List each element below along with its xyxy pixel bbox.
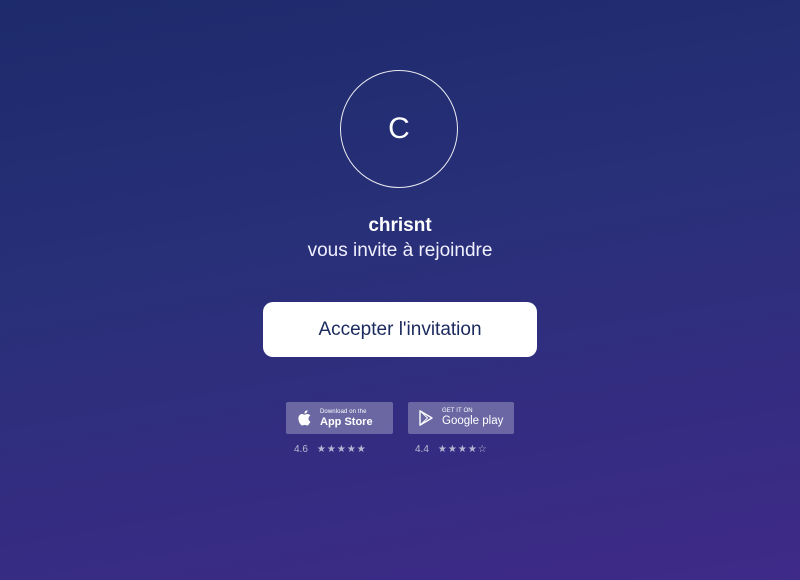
star-icon: ★ xyxy=(336,444,346,455)
google-play-stars: ★ ★ ★ ★ ☆ xyxy=(438,444,487,455)
app-store-rating: 4.6 ★ ★ ★ ★ ★ xyxy=(294,444,366,455)
star-icon: ★ xyxy=(316,444,326,455)
google-play-small-text: GET IT ON xyxy=(442,408,473,415)
star-icon: ★ xyxy=(437,444,447,455)
star-icon: ★ xyxy=(346,444,356,455)
star-icon: ★ xyxy=(467,444,477,455)
star-icon: ★ xyxy=(356,444,366,455)
google-play-large-text: Google play xyxy=(442,415,504,428)
star-icon: ★ xyxy=(326,444,336,455)
app-store-stars: ★ ★ ★ ★ ★ xyxy=(317,444,366,455)
google-play-icon xyxy=(418,409,434,427)
inviter-name: chrisnt xyxy=(368,215,432,236)
app-store-rating-value: 4.6 xyxy=(294,444,308,455)
avatar: C xyxy=(340,70,458,188)
star-icon: ★ xyxy=(457,444,467,455)
invite-message: vous invite à rejoindre xyxy=(307,240,493,261)
app-store-large-text: App Store xyxy=(320,415,373,428)
star-icon: ★ xyxy=(447,444,457,455)
google-play-rating: 4.4 ★ ★ ★ ★ ☆ xyxy=(415,444,487,455)
app-store-badge[interactable]: Download on the App Store xyxy=(286,402,393,434)
google-play-rating-value: 4.4 xyxy=(415,444,429,455)
accept-invitation-label: Accepter l'invitation xyxy=(318,318,482,340)
apple-icon xyxy=(296,409,312,427)
accept-invitation-button[interactable]: Accepter l'invitation xyxy=(263,302,537,357)
app-store-small-text: Download on the xyxy=(320,408,367,415)
star-half-icon: ☆ xyxy=(477,444,487,455)
avatar-initial: C xyxy=(388,112,410,145)
google-play-badge[interactable]: GET IT ON Google play xyxy=(408,402,514,434)
